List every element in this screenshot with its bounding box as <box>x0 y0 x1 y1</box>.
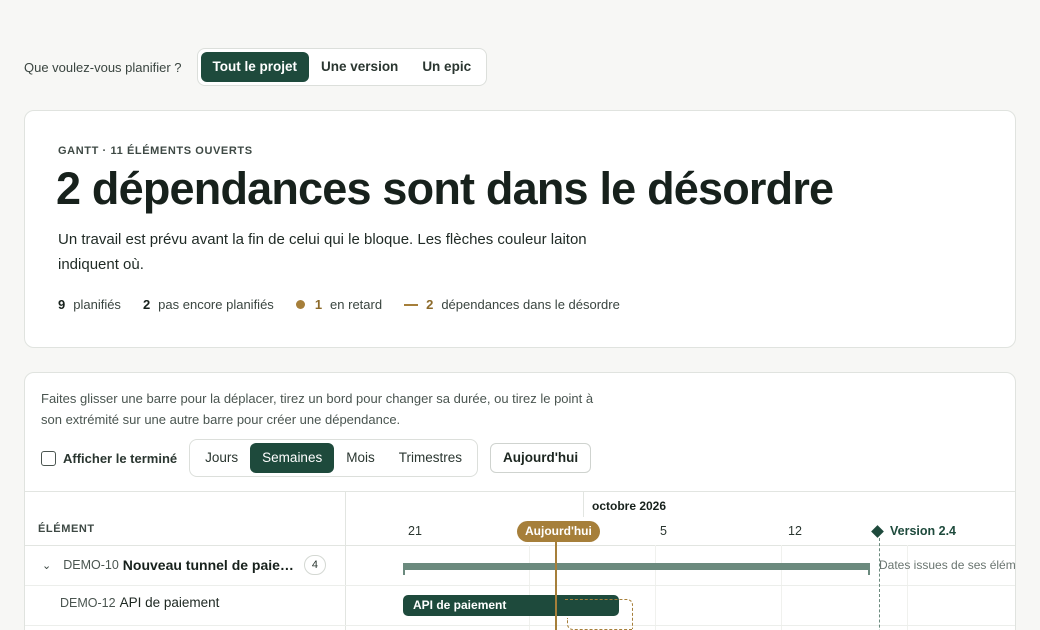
version-line <box>879 538 880 630</box>
stat-label: planifiés <box>73 297 121 312</box>
epic-bar-start-cap <box>403 563 405 575</box>
row-divider <box>25 625 1015 626</box>
stat-value: 2 <box>142 297 151 312</box>
zoom-option-months[interactable]: Mois <box>334 443 387 473</box>
stat-value: 1 <box>314 297 323 312</box>
gantt-panel: Faites glisser une barre pour la déplace… <box>24 372 1016 630</box>
gantt-controls: Afficher le terminé Jours Semaines Mois … <box>41 439 592 477</box>
stat-unscheduled: 2 pas encore planifiés <box>143 297 274 312</box>
issue-key: DEMO-12 <box>60 595 116 610</box>
summary-description: Un travail est prévu avant la fin de cel… <box>58 231 587 273</box>
scope-selector: Que voulez-vous planifier ? Tout le proj… <box>24 48 488 86</box>
show-done-toggle[interactable]: Afficher le terminé <box>41 450 178 466</box>
scope-option-version[interactable]: Une version <box>309 52 410 82</box>
stat-value: 9 <box>58 297 66 312</box>
stat-label: en retard <box>330 297 383 312</box>
element-column-header: ÉLÉMENT <box>38 523 95 535</box>
stat-label: dépendances dans le désordre <box>441 297 620 312</box>
zoom-option-weeks[interactable]: Semaines <box>250 443 335 473</box>
zoom-segmented-control: Jours Semaines Mois Trimestres <box>189 439 478 477</box>
month-divider <box>583 491 584 517</box>
version-marker[interactable]: Version 2.4 <box>871 524 957 538</box>
dependency-arrow-tail <box>567 618 633 630</box>
header-divider <box>25 545 1015 546</box>
scope-segmented-control: Tout le projet Une version Un epic <box>196 48 488 86</box>
today-marker: Aujourd'hui <box>517 521 600 542</box>
stat-value: 2 <box>426 297 434 312</box>
epic-dates-note: Dates issues de ses élém <box>879 558 1016 572</box>
summary-headline: 2 dépendances sont dans le désordre <box>56 163 834 214</box>
stat-out-of-order: 2 dépendances dans le désordre <box>404 297 620 312</box>
column-divider <box>345 491 346 630</box>
summary-card: GANTT · 11 ÉLÉMENTS OUVERTS 2 dépendance… <box>24 110 1016 348</box>
issue-title: Nouveau tunnel de paie… <box>122 557 294 573</box>
issue-key: DEMO-10 <box>63 558 119 572</box>
stat-scheduled: 9 planifiés <box>58 297 121 312</box>
diamond-icon <box>871 524 884 538</box>
show-done-checkbox[interactable] <box>41 450 56 466</box>
task-row-label[interactable]: DEMO-12 API de paiement <box>60 595 219 610</box>
dependency-dash-icon <box>404 303 419 306</box>
week-label: 21 <box>408 524 422 538</box>
week-gridline <box>781 545 782 630</box>
row-divider <box>25 585 1015 586</box>
scope-option-whole-project[interactable]: Tout le projet <box>200 52 310 82</box>
summary-eyebrow: GANTT · 11 ÉLÉMENTS OUVERTS <box>58 145 253 157</box>
today-line <box>555 541 557 630</box>
week-gridline <box>529 545 530 630</box>
late-dot-icon <box>295 300 305 309</box>
week-gridline <box>655 545 656 630</box>
stat-label: pas encore planifiés <box>158 297 274 312</box>
summary-stats: 9 planifiés 2 pas encore planifiés 1 en … <box>58 297 642 312</box>
month-label: octobre 2026 <box>592 499 667 513</box>
stat-late: 1 en retard <box>295 297 383 312</box>
version-label: Version 2.4 <box>890 524 957 538</box>
epic-row-label[interactable]: ⌄ DEMO-10 Nouveau tunnel de paie… 4 <box>42 555 326 575</box>
epic-bar[interactable] <box>403 563 870 570</box>
gantt-hint: Faites glisser une barre pour la déplace… <box>41 391 594 427</box>
issue-title: API de paiement <box>119 595 220 610</box>
scope-option-epic[interactable]: Un epic <box>410 52 483 82</box>
show-done-label: Afficher le terminé <box>63 450 178 466</box>
zoom-option-days[interactable]: Jours <box>193 443 250 473</box>
epic-bar-end-cap <box>868 563 870 575</box>
child-count-badge: 4 <box>303 555 326 575</box>
week-label: 12 <box>788 524 802 538</box>
grid-divider <box>25 491 1015 492</box>
chevron-down-icon[interactable]: ⌄ <box>42 559 51 572</box>
today-button[interactable]: Aujourd'hui <box>489 443 592 473</box>
zoom-option-quarters[interactable]: Trimestres <box>387 443 474 473</box>
scope-question: Que voulez-vous planifier ? <box>24 59 182 75</box>
week-label: 5 <box>660 524 667 538</box>
